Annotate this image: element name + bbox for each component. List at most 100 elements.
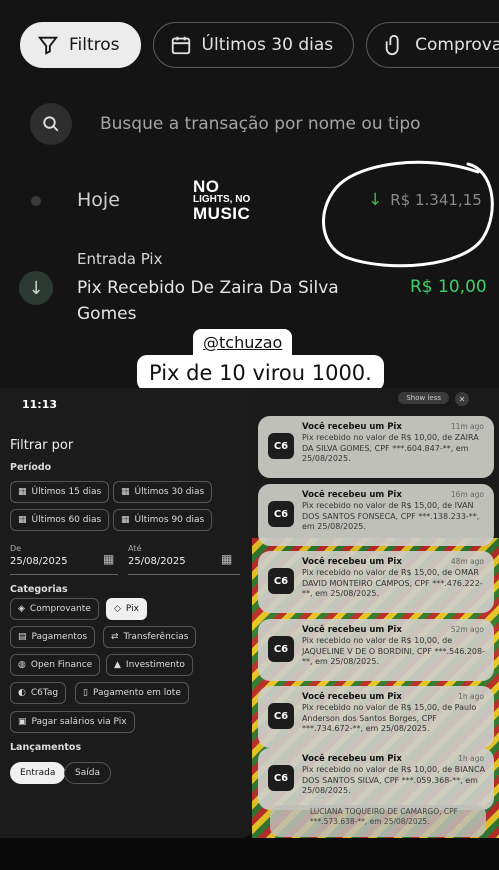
notification-body: Pix recebido no valor de R$ 15,00, de Pa… — [302, 703, 477, 733]
category-label: Open Finance — [30, 660, 93, 670]
entry-inflow[interactable]: Entrada — [10, 762, 66, 784]
notification-body: Pix recebido no valor de R$ 10,00, de JA… — [302, 636, 485, 666]
period-section-label: Período — [10, 462, 52, 473]
to-label: Até — [128, 544, 142, 553]
category-open-finance[interactable]: ◍ Open Finance — [10, 654, 101, 676]
filters-chip[interactable]: Filtros — [20, 22, 141, 68]
timeline-dot — [31, 196, 41, 206]
notification-time: 11m ago — [450, 422, 484, 431]
transaction-type: Entrada Pix — [77, 250, 163, 268]
notification-title: Você recebeu um Pix — [302, 490, 402, 500]
entries-section-label: Lançamentos — [10, 742, 82, 753]
paperclip-icon — [385, 34, 399, 55]
tag-icon: ◈ — [18, 604, 25, 614]
category-label: Pagamento em lote — [92, 688, 181, 698]
logo-line-3: MUSIC — [193, 204, 251, 223]
transfer-icon: ⇄ — [111, 632, 119, 642]
calendar-icon — [171, 36, 190, 55]
period-chip-label: Últimos 30 dias — [201, 35, 334, 55]
c6-bank-logo: C6 — [268, 703, 294, 729]
notification-body: Pix recebido no valor de R$ 15,00, de OM… — [302, 568, 483, 598]
logo-line-1: NO — [193, 177, 220, 196]
notification-time: 1h ago — [458, 692, 484, 701]
notification-body: Pix recebido no valor de R$ 10,00, de BI… — [302, 765, 486, 795]
category-label: Investimento — [125, 660, 185, 670]
transaction-description[interactable]: Pix Recebido De Zaira Da Silva Gomes — [77, 275, 377, 327]
c6-bank-logo: C6 — [268, 765, 294, 791]
show-less-button[interactable]: Show less — [398, 392, 449, 404]
day-total-value: R$ 1.341,15 — [390, 191, 482, 209]
search-button[interactable] — [30, 103, 72, 145]
notification-body: Pix recebido no valor de R$ 10,00, de ZA… — [302, 433, 479, 463]
wallet-icon: ▣ — [18, 717, 27, 727]
from-date-field[interactable]: 25/08/2025 — [10, 556, 68, 567]
category-label: Pagamentos — [31, 632, 88, 642]
category-label: Pagar salários via Pix — [31, 717, 127, 727]
category-label: Comprovante — [29, 604, 91, 614]
close-icon[interactable]: ✕ — [455, 392, 469, 406]
period-60-label: Últimos 60 dias — [31, 515, 102, 525]
caption-text: Pix de 10 virou 1000. — [137, 355, 384, 391]
category-c6tag[interactable]: ◐ C6Tag — [10, 682, 67, 704]
calendar-icon[interactable]: ▦ — [103, 552, 114, 566]
notification-card[interactable]: C6 Você recebeu um Pix 48m ago Pix receb… — [258, 551, 494, 613]
period-90-label: Últimos 90 dias — [134, 515, 205, 525]
stacked-notification-peek[interactable]: LUCIANA TOQUEIRO DE CAMARGO, CPF ***.573… — [270, 805, 486, 837]
incoming-arrow-icon: ↓ — [368, 190, 383, 210]
globe-icon: ◍ — [18, 660, 26, 670]
document-icon: ▯ — [83, 688, 88, 698]
category-comprovante[interactable]: ◈ Comprovante — [10, 598, 99, 620]
chart-icon: ▲ — [114, 660, 121, 670]
status-time: 11:13 — [22, 398, 58, 411]
to-date-field[interactable]: 25/08/2025 — [128, 556, 186, 567]
caption-handle: @tchuzao — [193, 329, 293, 356]
notification-title: Você recebeu um Pix — [302, 422, 402, 432]
notification-time: 1h ago — [458, 754, 484, 763]
barcode-icon: ▤ — [18, 632, 27, 642]
category-pix[interactable]: ◇ Pix — [106, 598, 147, 620]
notification-title: Você recebeu um Pix — [302, 557, 402, 567]
filters-chip-label: Filtros — [69, 35, 120, 55]
notification-card[interactable]: C6 Você recebeu um Pix 1h ago Pix recebi… — [258, 686, 494, 748]
notification-title: Você recebeu um Pix — [302, 692, 402, 702]
notification-card[interactable]: C6 Você recebeu um Pix 1h ago Pix recebi… — [258, 748, 494, 810]
period-60-days[interactable]: ▦ Últimos 60 dias — [10, 509, 110, 531]
search-input[interactable]: Busque a transação por nome ou tipo — [100, 114, 421, 134]
screenshot-collage: 11:13 Filtrar por Período ▦ Últimos 15 di… — [0, 388, 499, 870]
search-icon — [43, 116, 59, 132]
day-total: ↓ R$ 1.341,15 — [368, 190, 482, 210]
category-label: Transferências — [123, 632, 189, 642]
calendar-icon: ▦ — [18, 487, 27, 497]
category-label: Pix — [125, 604, 139, 614]
filter-chip-row: Filtros Últimos 30 dias Comprova — [20, 22, 499, 68]
to-date-underline — [128, 574, 240, 575]
calendar-icon[interactable]: ▦ — [221, 552, 232, 566]
notification-card[interactable]: C6 Você recebeu um Pix 16m ago Pix receb… — [258, 484, 494, 546]
period-90-days[interactable]: ▦ Últimos 90 dias — [113, 509, 213, 531]
category-pagamentos[interactable]: ▤ Pagamentos — [10, 626, 96, 648]
notification-stack: Show less ✕ C6 Você recebeu um Pix 11m a… — [252, 388, 499, 838]
category-pagamento-em-lote[interactable]: ▯ Pagamento em lote — [75, 682, 189, 704]
calendar-icon: ▦ — [121, 487, 130, 497]
period-15-label: Últimos 15 dias — [31, 487, 102, 497]
c6-bank-logo: C6 — [268, 636, 294, 662]
category-transferencias[interactable]: ⇄ Transferências — [103, 626, 197, 648]
search-bar[interactable]: Busque a transação por nome ou tipo — [30, 103, 421, 145]
c6-bank-logo: C6 — [268, 501, 294, 527]
period-chip[interactable]: Últimos 30 dias — [152, 22, 355, 68]
entry-outflow[interactable]: Saída — [64, 762, 111, 784]
receipt-chip[interactable]: Comprova — [366, 22, 499, 68]
category-pagar-salarios[interactable]: ▣ Pagar salários via Pix — [10, 711, 135, 733]
notification-time: 52m ago — [450, 625, 484, 634]
notification-time: 16m ago — [450, 490, 484, 499]
date-section-label: Hoje — [77, 189, 120, 211]
period-30-days[interactable]: ▦ Últimos 30 dias — [113, 481, 213, 503]
notification-card[interactable]: C6 Você recebeu um Pix 52m ago Pix receb… — [258, 619, 494, 681]
calendar-icon: ▦ — [18, 515, 27, 525]
hand-drawn-circle — [322, 160, 494, 268]
period-15-days[interactable]: ▦ Últimos 15 dias — [10, 481, 110, 503]
category-investimento[interactable]: ▲ Investimento — [106, 654, 193, 676]
notification-title: Você recebeu um Pix — [302, 625, 402, 635]
filter-icon — [37, 36, 59, 55]
notification-card[interactable]: C6 Você recebeu um Pix 11m ago Pix receb… — [258, 416, 494, 478]
